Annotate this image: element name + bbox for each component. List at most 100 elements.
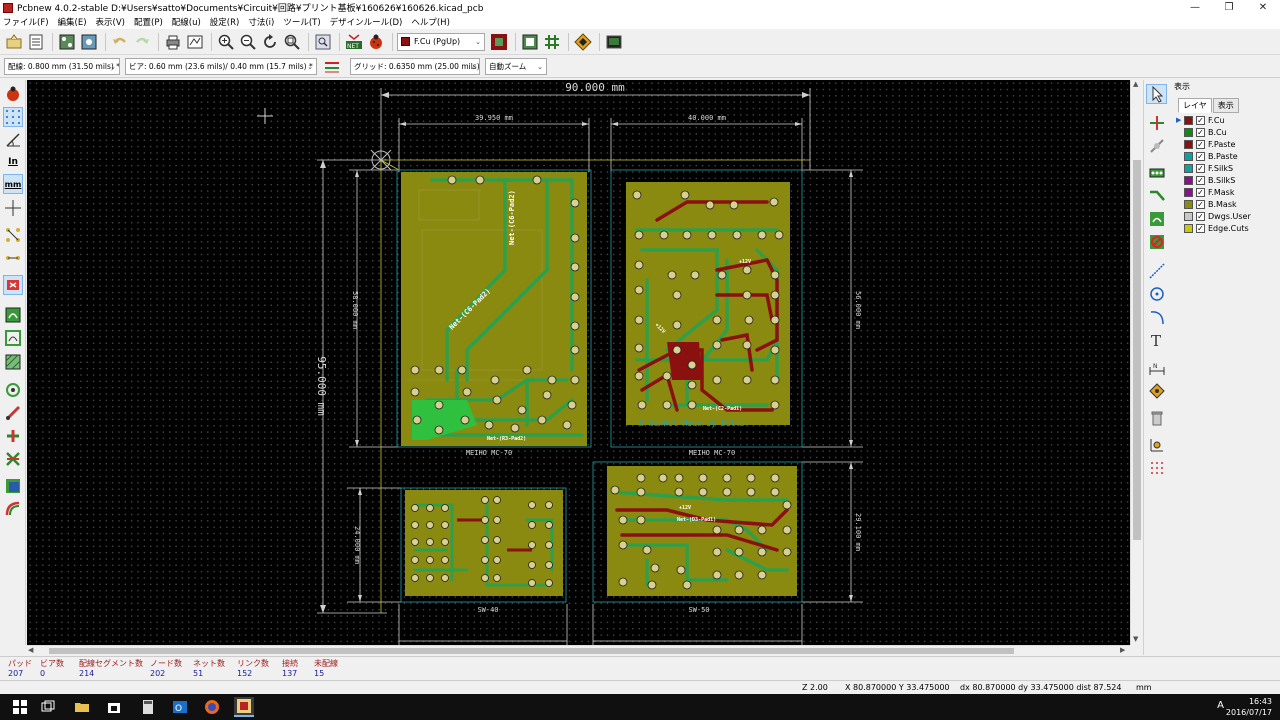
ratsnest-toggle-button[interactable]: [3, 225, 23, 245]
units-inch-button[interactable]: In: [3, 152, 23, 172]
layer-row-f-cu[interactable]: ▶ ✓ F.Cu: [1176, 114, 1276, 126]
autoroute-button[interactable]: [573, 32, 593, 52]
cursor-shape-button[interactable]: [3, 198, 23, 218]
menu-place[interactable]: 配置(P): [134, 16, 163, 28]
vertical-scrollbar[interactable]: ▲ ▼: [1130, 80, 1142, 645]
add-dimension-button[interactable]: N: [1146, 358, 1167, 378]
open-board-button[interactable]: [26, 32, 46, 52]
scroll-up-icon[interactable]: ▲: [1133, 80, 1138, 88]
layer-visibility-checkbox[interactable]: ✓: [1196, 223, 1205, 233]
redo-button[interactable]: [132, 32, 152, 52]
zoom-redraw-button[interactable]: [260, 32, 280, 52]
menu-dimensions[interactable]: 寸法(i): [248, 16, 274, 28]
layer-visibility-checkbox[interactable]: ✓: [1196, 211, 1205, 221]
find-button[interactable]: [313, 32, 333, 52]
show-zones-button[interactable]: [3, 305, 23, 325]
drc-toggle-button[interactable]: [3, 84, 23, 104]
new-board-button[interactable]: [4, 32, 24, 52]
units-mm-button[interactable]: mm: [3, 174, 23, 194]
zoom-out-button[interactable]: [238, 32, 258, 52]
layer-pair-button[interactable]: [489, 32, 509, 52]
track-width-select[interactable]: 配線: 0.800 mm (31.50 mils) * ⌄: [4, 58, 120, 75]
layer-color-swatch[interactable]: [1184, 139, 1193, 149]
tab-render[interactable]: 表示: [1212, 98, 1239, 113]
zoom-select[interactable]: 自動ズーム ⌄: [485, 58, 547, 75]
show-zone-outline-button[interactable]: [3, 328, 23, 348]
microwave-toolbar-button[interactable]: [3, 499, 23, 519]
menu-edit[interactable]: 編集(E): [58, 16, 87, 28]
highlight-net-button[interactable]: [1146, 113, 1167, 133]
layer-color-swatch[interactable]: [1184, 199, 1193, 209]
pcb-canvas[interactable]: 90.000 mm 39.950 mm 40.000 mm 95.000 mm …: [27, 80, 1130, 645]
grid-origin-button[interactable]: [1146, 458, 1167, 478]
horizontal-scrollbar[interactable]: ◀ ▶: [27, 645, 1130, 655]
layer-color-swatch[interactable]: [1184, 175, 1193, 185]
add-footprint-button[interactable]: [1146, 163, 1167, 183]
scroll-right-icon[interactable]: ▶: [1120, 646, 1125, 654]
mode-track-button[interactable]: [542, 32, 562, 52]
auto-delete-track-button[interactable]: [3, 275, 23, 295]
horizontal-scroll-thumb[interactable]: [49, 648, 1014, 654]
taskbar-clock[interactable]: 16:43 2016/07/17: [1226, 696, 1272, 718]
layer-visibility-checkbox[interactable]: ✓: [1196, 187, 1205, 197]
add-circle-button[interactable]: [1146, 284, 1167, 304]
layer-visibility-checkbox[interactable]: ✓: [1196, 199, 1205, 209]
layer-color-swatch[interactable]: [1184, 223, 1193, 233]
active-layer-select[interactable]: F.Cu (PgUp) ⌄: [397, 32, 485, 51]
layer-row-b-paste[interactable]: ✓ B.Paste: [1176, 150, 1276, 162]
zoom-in-button[interactable]: [216, 32, 236, 52]
scroll-left-icon[interactable]: ◀: [28, 646, 33, 654]
layer-visibility-checkbox[interactable]: ✓: [1196, 175, 1205, 185]
layer-row-b-mask[interactable]: ✓ B.Mask: [1176, 198, 1276, 210]
print-button[interactable]: [163, 32, 183, 52]
scripting-console-button[interactable]: [604, 32, 624, 52]
calculator-button[interactable]: [138, 697, 158, 717]
grid-toggle-button[interactable]: [3, 107, 23, 127]
pad-sketch-button[interactable]: [3, 380, 23, 400]
module-viewer-button[interactable]: [79, 32, 99, 52]
via-size-select[interactable]: ビア: 0.60 mm (23.6 mils)/ 0.40 mm (15.7 m…: [125, 58, 317, 75]
delete-tool-button[interactable]: [1146, 408, 1167, 428]
set-origin-button[interactable]: [1146, 435, 1167, 455]
maximize-button[interactable]: ❐: [1212, 0, 1246, 15]
firefox-button[interactable]: [202, 697, 222, 717]
layer-row-b-silks[interactable]: ✓ B.SilkS: [1176, 174, 1276, 186]
store-button[interactable]: [104, 697, 124, 717]
drc-button[interactable]: [366, 32, 386, 52]
layer-row-f-mask[interactable]: ✓ F.Mask: [1176, 186, 1276, 198]
layer-visibility-checkbox[interactable]: ✓: [1196, 127, 1205, 137]
layer-color-swatch[interactable]: [1184, 115, 1193, 125]
menu-view[interactable]: 表示(V): [96, 16, 125, 28]
add-target-button[interactable]: [1146, 381, 1167, 401]
select-tool-button[interactable]: [1146, 84, 1167, 104]
layer-visibility-checkbox[interactable]: ✓: [1196, 163, 1205, 173]
track-sketch-button[interactable]: [3, 426, 23, 446]
layer-color-swatch[interactable]: [1184, 163, 1193, 173]
explorer-button[interactable]: [72, 697, 92, 717]
task-view-button[interactable]: [38, 697, 58, 717]
layer-color-swatch[interactable]: [1184, 127, 1193, 137]
minimize-button[interactable]: —: [1178, 0, 1212, 15]
tab-layers[interactable]: レイヤ: [1178, 98, 1212, 113]
layer-visibility-checkbox[interactable]: ✓: [1196, 139, 1205, 149]
menu-design-rules[interactable]: デザインルール(D): [330, 16, 403, 28]
layer-color-swatch[interactable]: [1184, 187, 1193, 197]
layer-visibility-checkbox[interactable]: ✓: [1196, 115, 1205, 125]
menu-preferences[interactable]: 設定(R): [210, 16, 240, 28]
layer-visibility-checkbox[interactable]: ✓: [1196, 151, 1205, 161]
via-sketch-button[interactable]: [3, 403, 23, 423]
show-zone-hatched-button[interactable]: [3, 352, 23, 372]
local-ratsnest-button[interactable]: [1146, 136, 1167, 156]
add-arc-button[interactable]: [1146, 307, 1167, 327]
add-keepout-button[interactable]: [1146, 232, 1167, 252]
scroll-down-icon[interactable]: ▼: [1133, 635, 1138, 643]
add-text-button[interactable]: T: [1146, 330, 1167, 350]
ime-indicator[interactable]: A: [1217, 700, 1224, 711]
library-editor-button[interactable]: [57, 32, 77, 52]
mode-footprint-button[interactable]: [520, 32, 540, 52]
module-ratsnest-button[interactable]: [3, 248, 23, 268]
route-track-button[interactable]: [1146, 186, 1167, 206]
layer-row-dwgs-user[interactable]: ✓ Dwgs.User: [1176, 210, 1276, 222]
layer-row-b-cu[interactable]: ✓ B.Cu: [1176, 126, 1276, 138]
menu-help[interactable]: ヘルプ(H): [411, 16, 450, 28]
